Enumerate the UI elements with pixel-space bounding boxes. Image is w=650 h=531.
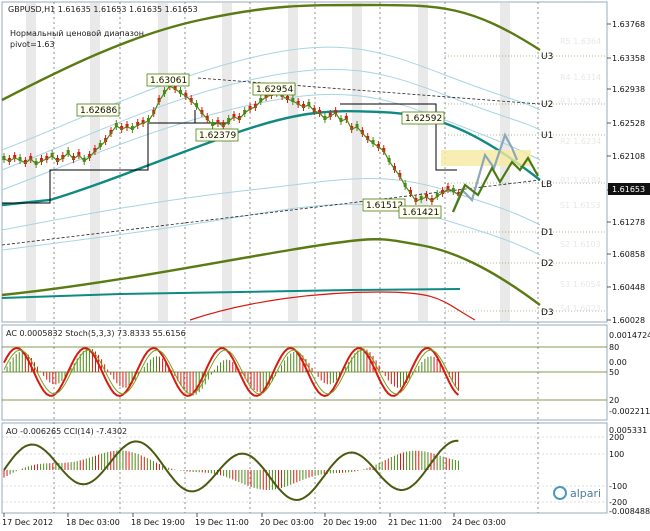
price-tick-label: 1.60858: [612, 250, 645, 259]
current-price: 1.61653: [612, 185, 645, 194]
time-tick-label: 20 Dec 03:00: [260, 518, 314, 527]
price-label: 1.62686: [76, 103, 120, 117]
pivot-level-name: D1: [541, 228, 554, 238]
time-tick-label: 21 Dec 11:00: [388, 518, 442, 527]
price-tick-label: 1.63768: [612, 20, 645, 29]
ao-tick-label: -100: [609, 482, 627, 491]
pivot-value-text: R5 1.6364: [560, 37, 601, 46]
chart-title: GBPUSD,H1 1.61635 1.61653 1.61635 1.6165…: [8, 5, 198, 14]
price-tick-label: 1.62938: [612, 85, 645, 94]
pivot-value-text: R4 1.6314: [560, 73, 601, 82]
pivot-value-text: R1 1.6184: [560, 176, 601, 185]
range-note: Нормальный ценовой диапазон: [10, 29, 144, 38]
price-tick-label: 1.60028: [612, 316, 645, 325]
ac-tick-label: -0.0022118: [609, 407, 650, 416]
pivot-value-text: S1 1.6153: [560, 201, 601, 210]
pivot-value-text: S4 1.6023: [560, 304, 601, 313]
ao-tick-label: 100: [609, 450, 624, 459]
chart-window: 1.63061 1.62954 1.62686 1.62379 1.62592 1.615…: [0, 0, 650, 531]
ac-tick-label: 50: [609, 368, 619, 377]
ac-tick-label: 20: [609, 396, 619, 405]
price-tick-label: 1.62108: [612, 152, 645, 161]
price-tick-label: 1.62528: [612, 119, 645, 128]
pivot-level-name: D3: [541, 308, 554, 318]
price-label: 1.63061: [146, 73, 190, 87]
price-label: 1.61421: [398, 205, 442, 219]
time-tick-label: 18 Dec 19:00: [131, 518, 185, 527]
pivot-value-text: R2 1.6234: [560, 137, 601, 146]
pivot-level-name: U3: [541, 52, 553, 62]
session-shade: [418, 3, 428, 321]
time-tick-label: 19 Dec 11:00: [195, 518, 249, 527]
time-tick-label: 17 Dec 2012: [2, 518, 53, 527]
svg-text:1.63061: 1.63061: [150, 76, 187, 86]
ao-panel-title: AO -0.006265 CCI(14) -7.4302: [6, 427, 127, 436]
pivot-level-name: LB: [541, 180, 552, 190]
watermark-text: alpari: [570, 487, 601, 500]
ac-tick-label: 80: [609, 343, 619, 352]
svg-text:1.62954: 1.62954: [256, 85, 293, 95]
svg-text:1.62592: 1.62592: [405, 114, 442, 124]
time-tick-label: 18 Dec 03:00: [66, 518, 120, 527]
pivot-note: pivot=1.63: [10, 40, 55, 49]
ao-tick-label: -200: [609, 498, 627, 507]
session-shade: [90, 3, 100, 321]
ao-tick-label: 200: [609, 433, 624, 442]
ao-tick-label: -0.008488: [609, 507, 650, 516]
price-tick-label: 1.63358: [612, 54, 645, 63]
svg-text:1.61512: 1.61512: [366, 201, 403, 211]
price-label: 1.62954: [252, 82, 296, 96]
pivot-level-name: U1: [541, 131, 553, 141]
pivot-value-text: S2 1.6103: [560, 240, 601, 249]
session-shade: [222, 3, 232, 321]
svg-text:1.61421: 1.61421: [402, 208, 439, 218]
ac-tick-label: 0.00: [609, 358, 627, 367]
price-label: 1.62592: [401, 111, 445, 125]
price-tick-label: 1.60448: [612, 283, 645, 292]
svg-text:1.62379: 1.62379: [199, 131, 236, 141]
pivot-value-text: S3 1.6054: [560, 280, 601, 289]
pivot-value-text: R3 1.6284: [560, 97, 601, 106]
ac-panel-title: AC 0.0005832 Stoch(5,3,3) 73.8333 55.615…: [6, 329, 186, 338]
pivot-level-name: U2: [541, 100, 553, 110]
ac-tick-label: 0.0014724: [609, 331, 650, 340]
svg-text:1.62686: 1.62686: [80, 106, 117, 116]
price-tick-label: 1.61278: [612, 218, 645, 227]
time-tick-label: 20 Dec 19:00: [323, 518, 377, 527]
ac-stoch-panel[interactable]: [1, 324, 608, 421]
session-shade: [352, 3, 362, 321]
time-tick-label: 24 Dec 03:00: [452, 518, 506, 527]
pivot-level-name: D2: [541, 259, 554, 269]
price-label: 1.62379: [195, 128, 239, 142]
